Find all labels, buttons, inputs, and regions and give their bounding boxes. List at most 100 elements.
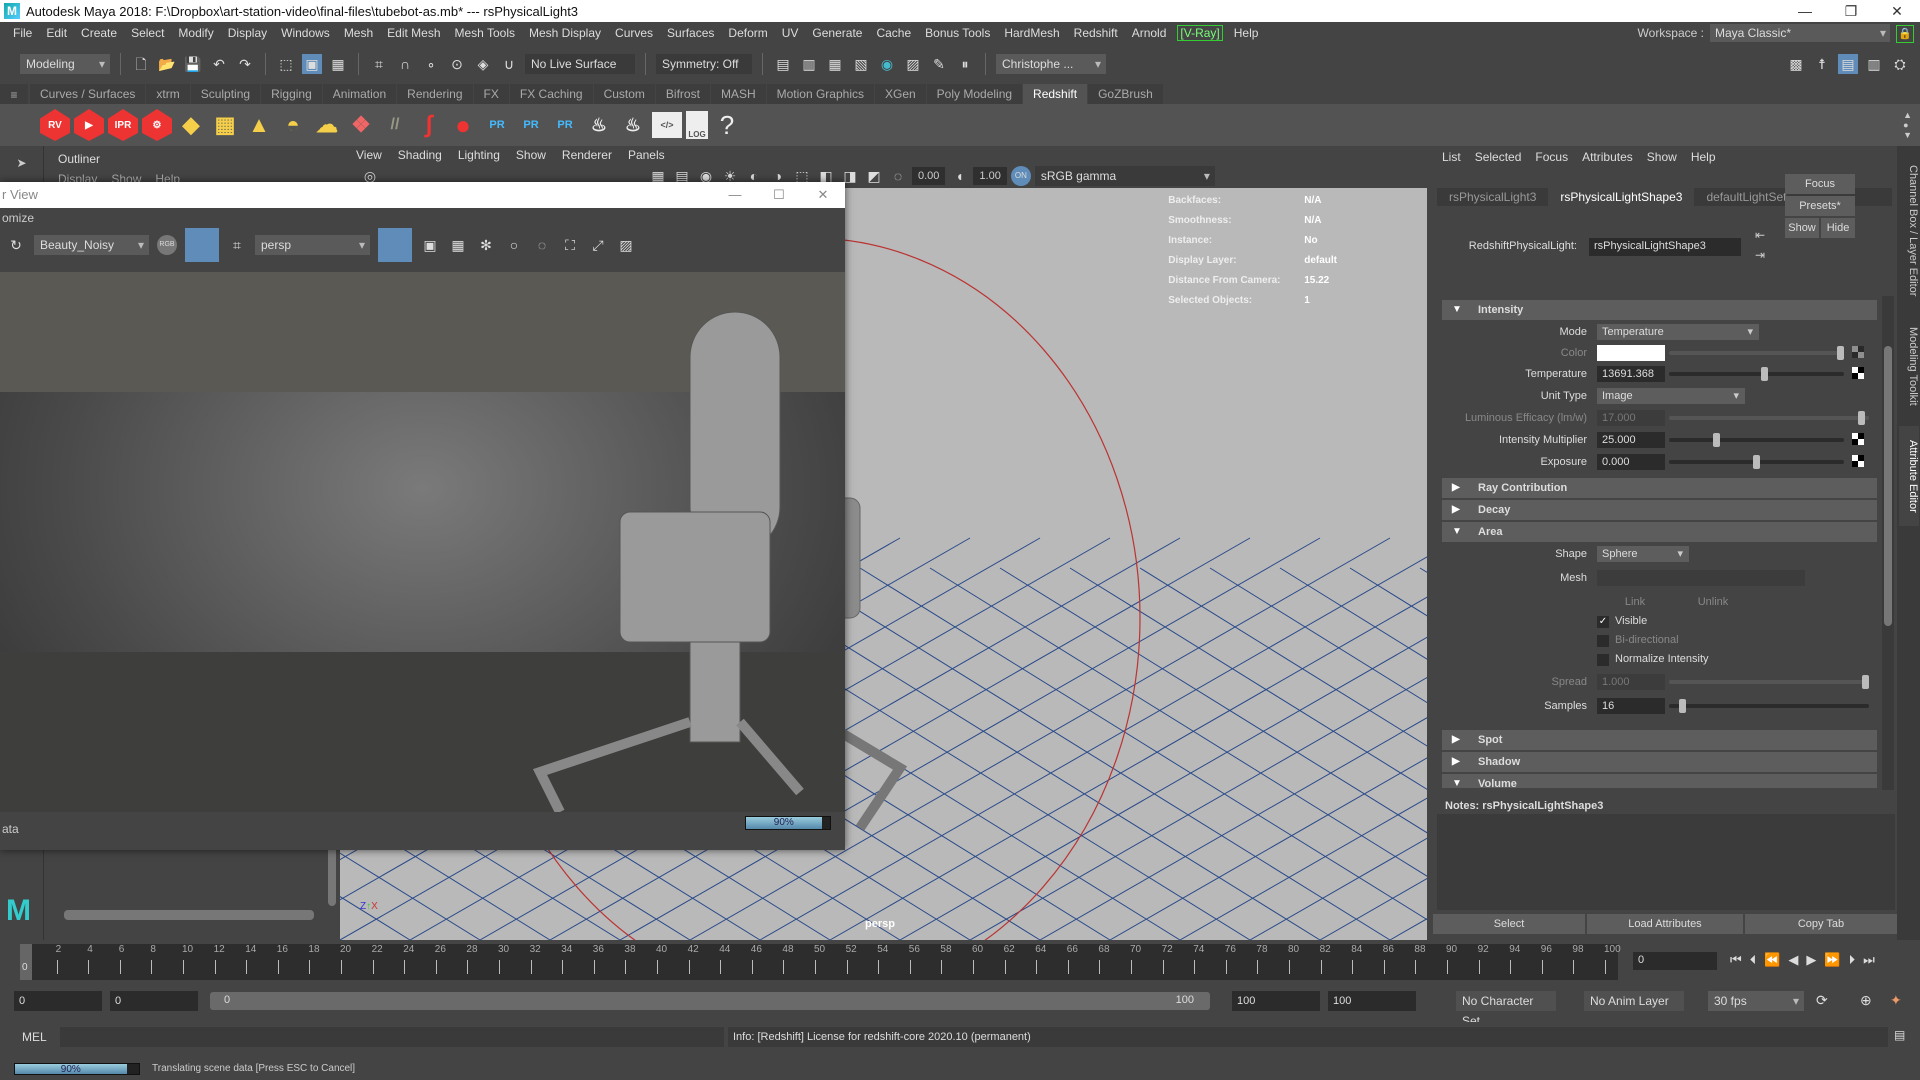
undo-icon[interactable]: ↶ bbox=[209, 54, 229, 74]
range-slider[interactable]: 0 100 bbox=[210, 992, 1210, 1010]
load-input-icon[interactable]: ⇤ bbox=[1755, 228, 1765, 242]
snap-grid-icon[interactable]: ⌗ bbox=[369, 54, 389, 74]
ae-menu-list[interactable]: List bbox=[1435, 146, 1468, 168]
temperature-map-icon[interactable] bbox=[1852, 367, 1864, 379]
menu-generate[interactable]: Generate bbox=[805, 26, 869, 40]
shelf-tab-fx[interactable]: FX bbox=[473, 84, 509, 104]
slider-knob[interactable] bbox=[1837, 346, 1844, 360]
mode-dropdown[interactable]: Temperature bbox=[1597, 324, 1759, 340]
shelf-scroll-icon[interactable]: ▲ ● ▼ bbox=[1903, 110, 1912, 140]
minimize-button[interactable]: — bbox=[1782, 0, 1828, 22]
shape-dropdown[interactable]: Sphere bbox=[1597, 546, 1689, 562]
render-view-minimize-button[interactable]: — bbox=[713, 182, 757, 208]
play-forwards-icon[interactable]: ▶ bbox=[1806, 952, 1816, 968]
animation-preferences-icon[interactable]: ✦ bbox=[1890, 992, 1902, 1009]
save-scene-icon[interactable]: 💾 bbox=[183, 54, 203, 74]
camera-icon[interactable]: ▣ bbox=[420, 235, 440, 255]
select-component-icon[interactable]: ▦ bbox=[328, 54, 348, 74]
lock-icon[interactable]: 🔒 bbox=[1896, 25, 1914, 43]
render-settings-icon[interactable]: ▦ bbox=[825, 54, 845, 74]
pause-icon[interactable]: ⏸ bbox=[955, 54, 975, 74]
shelf-tab-rendering[interactable]: Rendering bbox=[397, 84, 473, 104]
slider-knob[interactable] bbox=[1862, 675, 1869, 689]
spread-field[interactable]: 1.000 bbox=[1597, 674, 1665, 690]
crop-region-icon[interactable]: ⌗ bbox=[227, 235, 247, 255]
color-swatch[interactable] bbox=[1597, 345, 1665, 361]
render-view-icon[interactable]: ◉ bbox=[877, 54, 897, 74]
unit-type-dropdown[interactable]: Image bbox=[1597, 388, 1745, 404]
viewport-menu-renderer[interactable]: Renderer bbox=[554, 146, 620, 164]
rs-ipr-icon[interactable]: IPR bbox=[108, 109, 138, 141]
render-view-titlebar[interactable]: r View — ☐ ✕ bbox=[0, 182, 845, 208]
shelf-tab-poly-modeling[interactable]: Poly Modeling bbox=[926, 84, 1023, 104]
shelf-tab-xtrm[interactable]: xtrm bbox=[146, 84, 190, 104]
menu-deform[interactable]: Deform bbox=[721, 26, 774, 40]
menu-file[interactable]: File bbox=[6, 26, 39, 40]
human-ik-icon[interactable]: ☨ bbox=[1812, 54, 1832, 74]
user-account-dropdown[interactable]: Christophe ... bbox=[996, 54, 1106, 74]
snap-view-plane-icon[interactable]: ⊙ bbox=[447, 54, 467, 74]
menu-arnold[interactable]: Arnold bbox=[1125, 26, 1174, 40]
show-button[interactable]: Show bbox=[1785, 218, 1819, 238]
gamma-field[interactable]: 1.00 bbox=[973, 167, 1007, 185]
menu-display[interactable]: Display bbox=[221, 26, 274, 40]
mesh-field[interactable] bbox=[1597, 570, 1805, 586]
time-slider[interactable]: 0246810121416182022242628303234363840424… bbox=[0, 940, 1920, 982]
menu-edit-mesh[interactable]: Edit Mesh bbox=[380, 26, 447, 40]
temperature-slider[interactable] bbox=[1669, 367, 1844, 381]
rs-proxy-icon[interactable]: ❖ bbox=[346, 109, 376, 141]
hide-button[interactable]: Hide bbox=[1821, 218, 1855, 238]
shelf-tab-fx-caching[interactable]: FX Caching bbox=[509, 84, 593, 104]
snap-curve-icon[interactable]: ∩ bbox=[395, 54, 415, 74]
visible-checkbox[interactable]: ✓ bbox=[1597, 616, 1609, 628]
outliner-vertical-scrollbar[interactable] bbox=[328, 846, 336, 906]
expand-icon[interactable]: ⤢ bbox=[588, 235, 608, 255]
menu-bonus-tools[interactable]: Bonus Tools bbox=[918, 26, 997, 40]
rs-proxy-swap-icon[interactable]: PR bbox=[550, 109, 580, 141]
menu-hardmesh[interactable]: HardMesh bbox=[997, 26, 1066, 40]
focus-button[interactable]: Focus bbox=[1785, 174, 1855, 194]
go-to-start-icon[interactable]: ⏮ bbox=[1730, 952, 1742, 968]
node-name-field[interactable]: rsPhysicalLightShape3 bbox=[1589, 238, 1741, 256]
menu-select[interactable]: Select bbox=[124, 26, 171, 40]
shelf-tab-rigging[interactable]: Rigging bbox=[261, 84, 322, 104]
rs-shader-editor-icon[interactable]: </> bbox=[652, 112, 682, 138]
shelf-tab-animation[interactable]: Animation bbox=[322, 84, 397, 104]
viewport-menu-lighting[interactable]: Lighting bbox=[450, 146, 508, 164]
shelf-tab-custom[interactable]: Custom bbox=[593, 84, 655, 104]
play-backwards-icon[interactable]: ◀ bbox=[1788, 952, 1798, 968]
menu-mesh-display[interactable]: Mesh Display bbox=[522, 26, 608, 40]
shelf-tab-motion-graphics[interactable]: Motion Graphics bbox=[766, 84, 874, 104]
rs-batch-render-icon[interactable]: ▶ bbox=[74, 109, 104, 141]
symmetry-dropdown[interactable]: Symmetry: Off bbox=[656, 54, 752, 74]
channel-box-icon[interactable]: ⛭ bbox=[1890, 54, 1910, 74]
samples-slider[interactable] bbox=[1669, 699, 1869, 713]
rs-render-settings-icon[interactable]: ⚙ bbox=[142, 109, 172, 141]
restore-button[interactable]: ❐ bbox=[1828, 0, 1874, 22]
ae-menu-attributes[interactable]: Attributes bbox=[1575, 146, 1640, 168]
tool-settings-icon[interactable]: ▥ bbox=[1864, 54, 1884, 74]
menu-mesh[interactable]: Mesh bbox=[337, 26, 380, 40]
command-input[interactable] bbox=[60, 1027, 724, 1047]
menu-edit[interactable]: Edit bbox=[39, 26, 74, 40]
viewport-menu-shading[interactable]: Shading bbox=[390, 146, 450, 164]
snap-point-icon[interactable]: ∘ bbox=[421, 54, 441, 74]
link-button[interactable]: Link bbox=[1597, 592, 1673, 612]
spread-slider[interactable] bbox=[1669, 675, 1869, 689]
tab-channel-box[interactable]: Channel Box / Layer Editor bbox=[1899, 156, 1919, 306]
attribute-editor-toggle-icon[interactable]: ▤ bbox=[1838, 54, 1858, 74]
select-object-icon[interactable]: ▣ bbox=[302, 54, 322, 74]
render-frame-icon[interactable]: ▤ bbox=[773, 54, 793, 74]
snap-live-icon[interactable]: ◈ bbox=[473, 54, 493, 74]
playback-end-field[interactable]: 100 bbox=[1232, 991, 1320, 1011]
shelf-tab-sculpting[interactable]: Sculpting bbox=[190, 84, 261, 104]
script-editor-icon[interactable]: ▤ bbox=[1894, 1028, 1905, 1042]
bidirectional-checkbox[interactable] bbox=[1597, 635, 1609, 647]
menu-cache[interactable]: Cache bbox=[869, 26, 918, 40]
section-shadow[interactable]: ▶ Shadow bbox=[1442, 752, 1877, 772]
rs-material-cook-icon[interactable]: ♨ bbox=[584, 109, 614, 141]
close-button[interactable]: ✕ bbox=[1874, 0, 1920, 22]
slider-knob[interactable] bbox=[1858, 411, 1866, 425]
samples-field[interactable]: 16 bbox=[1597, 698, 1665, 714]
menu-help[interactable]: Help bbox=[1227, 26, 1266, 40]
